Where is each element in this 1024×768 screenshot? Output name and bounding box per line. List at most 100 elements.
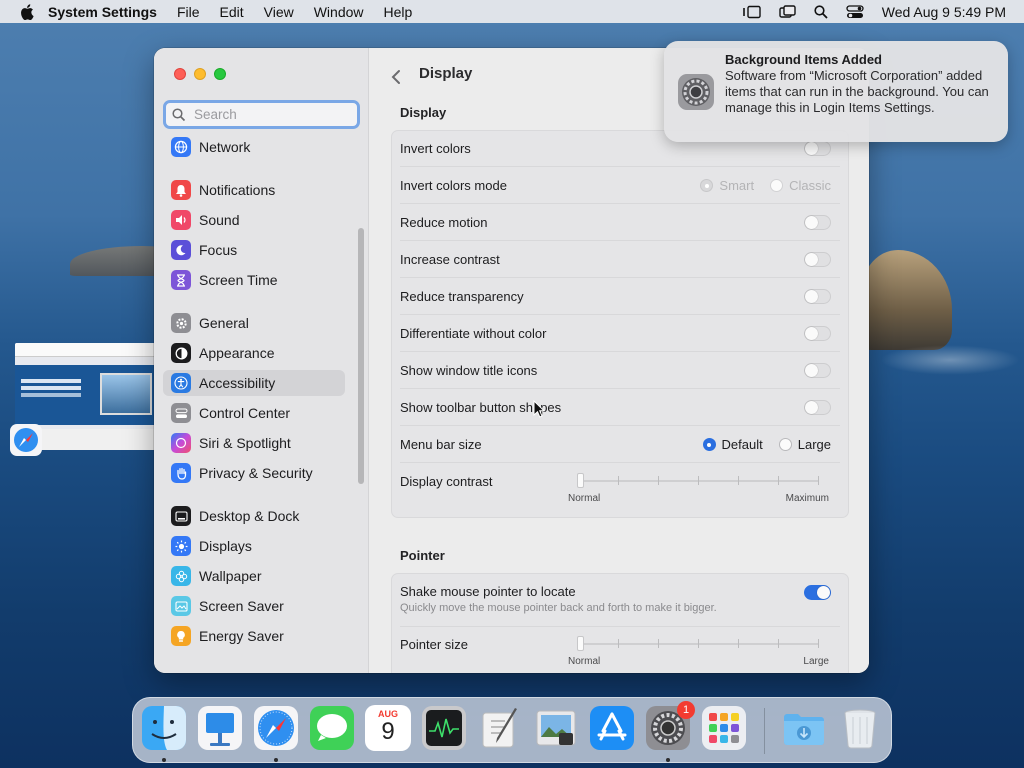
- slider-tick: [698, 639, 699, 648]
- row-label: Shake mouse pointer to locate: [400, 584, 576, 599]
- slider-knob[interactable]: [577, 636, 584, 651]
- row-label: Invert colors: [400, 141, 471, 156]
- dock: AUG 9 1: [132, 697, 892, 763]
- row-label: Reduce transparency: [400, 289, 524, 304]
- menu-bar-size-large-radio[interactable]: Large: [778, 437, 831, 452]
- screensaver-icon: [171, 596, 191, 616]
- sidebar-item-label: Displays: [199, 538, 252, 554]
- toolbar-button-shapes-toggle[interactable]: [804, 400, 831, 415]
- pointer-size-slider[interactable]: Normal Large: [568, 631, 829, 667]
- menu-bar-clock[interactable]: Wed Aug 9 5:49 PM: [882, 4, 1006, 20]
- slider-tick: [658, 476, 659, 485]
- sidebar-item-accessibility[interactable]: Accessibility: [163, 370, 345, 396]
- row-shake-pointer: Shake mouse pointer to locate Quickly mo…: [400, 575, 840, 625]
- sidebar-item-general[interactable]: General: [163, 310, 345, 336]
- sidebar-item-siri-spotlight[interactable]: Siri & Spotlight: [163, 430, 345, 456]
- accessibility-icon: [171, 373, 191, 393]
- sidebar-item-sound[interactable]: Sound: [163, 207, 345, 233]
- menu-file[interactable]: File: [177, 4, 200, 20]
- window-title-icons-toggle[interactable]: [804, 363, 831, 378]
- sidebar-item-desktop-dock[interactable]: Desktop & Dock: [163, 503, 345, 529]
- sidebar-item-focus[interactable]: Focus: [163, 237, 345, 263]
- slider-tick: [698, 476, 699, 485]
- app-menu[interactable]: System Settings: [48, 4, 157, 20]
- row-label: Increase contrast: [400, 252, 500, 267]
- globe-icon: [171, 137, 191, 157]
- sidebar-item-screen-saver[interactable]: Screen Saver: [163, 593, 345, 619]
- script-editor-icon[interactable]: [477, 705, 523, 751]
- trash-icon[interactable]: [837, 705, 883, 751]
- sidebar-item-energy-saver[interactable]: Energy Saver: [163, 623, 345, 649]
- close-button[interactable]: [174, 68, 186, 80]
- shake-pointer-toggle[interactable]: [804, 585, 831, 600]
- slider-min-label: Normal: [568, 656, 601, 667]
- sidebar-item-appearance[interactable]: Appearance: [163, 340, 345, 366]
- row-window-title-icons: Show window title icons: [400, 352, 840, 389]
- back-chevron-icon[interactable]: [390, 65, 402, 91]
- apple-menu-icon[interactable]: [20, 3, 34, 20]
- launchpad-icon[interactable]: [701, 705, 747, 751]
- stage-manager-icon[interactable]: [742, 5, 761, 19]
- row-label: Menu bar size: [400, 437, 482, 452]
- preview-icon[interactable]: [533, 705, 579, 751]
- safari-icon[interactable]: [253, 705, 299, 751]
- invert-mode-classic-radio[interactable]: Classic: [770, 178, 831, 193]
- sidebar-item-control-center[interactable]: Control Center: [163, 400, 345, 426]
- increase-contrast-toggle[interactable]: [804, 252, 831, 267]
- slider-tick: [778, 476, 779, 485]
- sidebar-item-wallpaper[interactable]: Wallpaper: [163, 563, 345, 589]
- row-label: Pointer size: [400, 637, 468, 652]
- menu-edit[interactable]: Edit: [220, 4, 244, 20]
- sidebar-item-displays[interactable]: Displays: [163, 533, 345, 559]
- sidebar-item-privacy-security[interactable]: Privacy & Security: [163, 460, 345, 486]
- activity-monitor-icon[interactable]: [421, 705, 467, 751]
- downloads-folder-icon[interactable]: [781, 705, 827, 751]
- invert-colors-toggle[interactable]: [804, 141, 831, 156]
- app-store-icon[interactable]: [589, 705, 635, 751]
- minimize-button[interactable]: [194, 68, 206, 80]
- differentiate-without-color-toggle[interactable]: [804, 326, 831, 341]
- sidebar-scrollbar[interactable]: [358, 228, 364, 484]
- row-increase-contrast: Increase contrast: [400, 241, 840, 278]
- notification-body: Software from “Microsoft Corporation” ad…: [725, 68, 989, 115]
- hourglass-icon: [171, 270, 191, 290]
- search-field[interactable]: [163, 100, 360, 129]
- window-controls: [174, 68, 226, 80]
- row-reduce-transparency: Reduce transparency: [400, 278, 840, 315]
- display-contrast-slider[interactable]: Normal Maximum: [568, 468, 829, 504]
- bell-icon: [171, 180, 191, 200]
- slider-tick: [618, 476, 619, 485]
- calendar-icon[interactable]: AUG 9: [365, 705, 411, 751]
- menu-help[interactable]: Help: [384, 4, 413, 20]
- zoom-button[interactable]: [214, 68, 226, 80]
- invert-mode-smart-radio[interactable]: Smart: [700, 178, 754, 193]
- sidebar-item-notifications[interactable]: Notifications: [163, 177, 345, 203]
- messages-icon[interactable]: [309, 705, 355, 751]
- system-settings-icon[interactable]: 1: [645, 701, 695, 751]
- notification-banner[interactable]: Background Items Added Software from “Mi…: [664, 41, 1008, 142]
- slider-min-label: Normal: [568, 493, 601, 504]
- menu-view[interactable]: View: [264, 4, 294, 20]
- notification-title: Background Items Added: [725, 52, 882, 67]
- page-title: Display: [419, 65, 473, 82]
- thumbnail-hero: [15, 365, 155, 425]
- spotlight-search-icon[interactable]: [814, 4, 828, 19]
- row-description: Quickly move the mouse pointer back and …: [400, 602, 717, 614]
- control-center-icon[interactable]: [846, 4, 864, 19]
- reduce-motion-toggle[interactable]: [804, 215, 831, 230]
- sidebar-item-screen-time[interactable]: Screen Time: [163, 267, 345, 293]
- sidebar-item-network[interactable]: Network: [163, 134, 345, 160]
- keynote-icon[interactable]: [197, 705, 243, 751]
- slider-tick: [818, 639, 819, 648]
- menu-bar-size-default-radio[interactable]: Default: [702, 437, 763, 452]
- slider-knob[interactable]: [577, 473, 584, 488]
- search-input[interactable]: [194, 107, 344, 122]
- screen-mirroring-icon[interactable]: [779, 4, 796, 19]
- settings-sidebar: Network Notifications Sound Focus: [154, 48, 369, 673]
- row-label: Reduce motion: [400, 215, 488, 230]
- finder-icon[interactable]: [141, 705, 187, 751]
- notification-badge: 1: [677, 701, 695, 719]
- menu-window[interactable]: Window: [314, 4, 364, 20]
- reduce-transparency-toggle[interactable]: [804, 289, 831, 304]
- sidebar-item-label: Energy Saver: [199, 628, 284, 644]
